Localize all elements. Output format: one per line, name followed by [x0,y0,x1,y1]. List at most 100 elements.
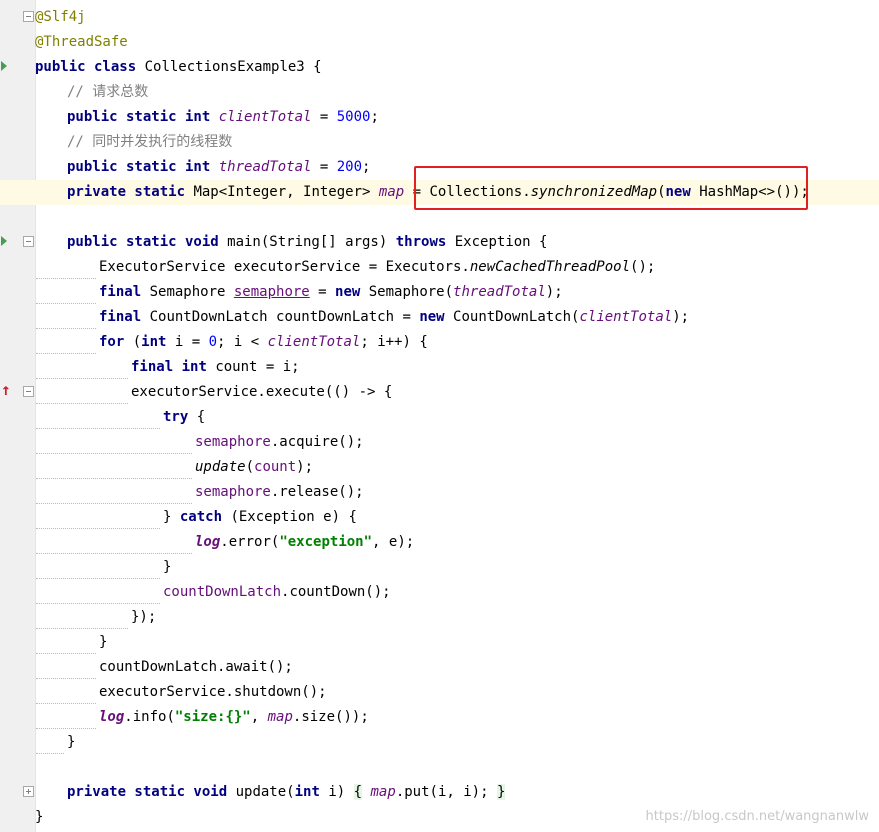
field-name: threadTotal [453,284,546,300]
punctuation: } [35,809,44,825]
variable-name: semaphore [233,284,310,300]
implements-arrow-icon[interactable]: ↑ [1,382,11,398]
indent-guide [36,328,96,330]
variable-ref: count [254,459,297,475]
keyword: private static void [67,784,228,800]
indent-guide [36,378,128,380]
class-name: CollectionsExample3 { [136,59,322,75]
punctuation: ); [672,309,690,325]
code-line: ExecutorService executorService = Execut… [99,255,655,280]
code-line: countDownLatch.countDown(); [163,580,391,605]
indent-guide [36,603,160,605]
folded-brace[interactable]: { [353,784,363,800]
gutter-divider [35,0,36,832]
logger-ref: log [195,534,221,550]
code-text: .acquire(); [270,434,364,450]
type: Map<Integer, Integer> [185,184,379,200]
code-text: Semaphore( [360,284,454,300]
indent-guide [36,703,96,705]
code-line: semaphore.release(); [195,480,364,505]
variable-ref: semaphore [195,434,271,450]
string-literal: "size:{}" [174,709,251,725]
keyword: public static int [67,109,211,125]
code-text: ExecutorService executorService = Execut… [99,259,470,275]
code-text: i) [319,784,354,800]
code-text: .info( [124,709,175,725]
code-text: CountDownLatch( [444,309,580,325]
code-text: executorService.shutdown(); [99,684,327,700]
indent-guide [36,628,128,630]
fold-expand-icon[interactable] [23,786,34,797]
code-line: @ThreadSafe [35,30,128,55]
code-line: semaphore.acquire(); [195,430,364,455]
field-name: clientTotal [218,109,312,125]
code-line: }); [131,605,156,630]
code-text: .size()); [292,709,369,725]
operator: = [309,284,336,300]
keyword: try [163,409,189,425]
folded-brace[interactable]: } [496,784,506,800]
indent-guide [36,403,128,405]
code-line: } [35,805,43,830]
comment: // 请求总数 [67,84,149,100]
keyword: public static int [67,159,211,175]
code-line: public static int threadTotal = 200; [67,155,370,180]
fold-toggle-icon[interactable] [23,386,34,397]
run-main-icon[interactable] [1,236,7,246]
code-line: public static void main(String[] args) t… [67,230,547,255]
comment: // 同时并发执行的线程数 [67,134,233,150]
code-text: ; i < [217,334,268,350]
code-text: executorService.execute(() -> { [131,384,393,400]
code-line: countDownLatch.await(); [99,655,293,680]
keyword: catch [179,509,223,525]
code-text: CountDownLatch countDownLatch = [141,309,420,325]
code-line: executorService.shutdown(); [99,680,327,705]
run-class-icon[interactable] [1,61,7,71]
punctuation: } [163,509,180,525]
keyword: int [294,784,320,800]
punctuation: ( [124,334,142,350]
indent-guide [36,478,192,480]
field-name: threadTotal [218,159,312,175]
keyword: new [335,284,361,300]
fold-toggle-icon[interactable] [23,11,34,22]
number-literal: 200 [336,159,363,175]
number-literal: 0 [208,334,218,350]
indent-guide [36,678,96,680]
fold-toggle-icon[interactable] [23,236,34,247]
punctuation: (); [630,259,656,275]
keyword: new [419,309,445,325]
annotation-slf4j: @Slf4j [35,9,86,25]
code-line: try { [163,405,205,430]
punctuation: }); [131,609,157,625]
indent-guide [36,653,96,655]
static-method: newCachedThreadPool [469,259,631,275]
code-line: // 请求总数 [67,80,148,105]
code-line-update-method: private static void update(int i) { map … [67,780,506,805]
punctuation: } [99,634,108,650]
code-text: (Exception e) { [222,509,357,525]
code-text: .error( [220,534,280,550]
field-name: map [267,709,293,725]
keyword: for [99,334,125,350]
code-text: .release(); [270,484,364,500]
code-line: for (int i = 0; i < clientTotal; i++) { [99,330,428,355]
punctuation: ; [362,159,371,175]
indent-guide [36,578,160,580]
code-line: } [99,630,107,655]
indent-guide [36,728,96,730]
code-line: } [163,555,171,580]
code-text: ; i++) { [360,334,428,350]
code-text: count = i; [206,359,300,375]
keyword: int [141,334,167,350]
highlight-annotation-box [414,166,808,210]
indent-guide [36,753,64,755]
code-text: .put(i, i); [387,784,497,800]
code-line: } [67,730,75,755]
keyword: public static void [67,234,219,250]
punctuation: ); [545,284,563,300]
punctuation: ( [245,459,255,475]
indent-guide [36,303,96,305]
field-name: map [378,184,405,200]
code-line: final CountDownLatch countDownLatch = ne… [99,305,689,330]
